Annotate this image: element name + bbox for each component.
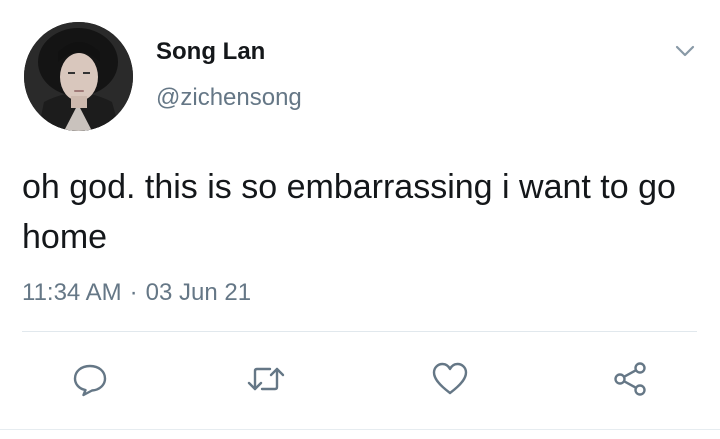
chevron-down-icon[interactable] [672, 40, 698, 62]
like-button[interactable] [428, 357, 472, 401]
meta-separator: · [129, 279, 138, 306]
share-nodes-icon [614, 362, 646, 396]
tweet-time: 11:34 AM [22, 279, 122, 306]
retweet-button[interactable] [244, 357, 288, 401]
tweet-text: oh god. this is so embarrassing i want t… [22, 168, 676, 256]
user-handle[interactable]: @zichensong [156, 84, 302, 112]
speech-bubble-icon [73, 364, 107, 397]
display-name[interactable]: Song Lan [156, 38, 265, 66]
tweet-card: Song Lan @zichensong oh god. this is so … [0, 0, 720, 439]
heart-icon [432, 362, 468, 395]
tweet-date: 03 Jun 21 [145, 279, 252, 306]
share-button[interactable] [608, 357, 652, 401]
retweet-arrows-icon [247, 367, 285, 391]
avatar[interactable] [24, 22, 133, 131]
bottom-border [0, 429, 720, 430]
reply-button[interactable] [68, 357, 112, 401]
tweet-timestamp[interactable]: 11:34 AM · 03 Jun 21 [22, 279, 251, 307]
profile-photo [24, 22, 133, 131]
divider [22, 331, 697, 332]
